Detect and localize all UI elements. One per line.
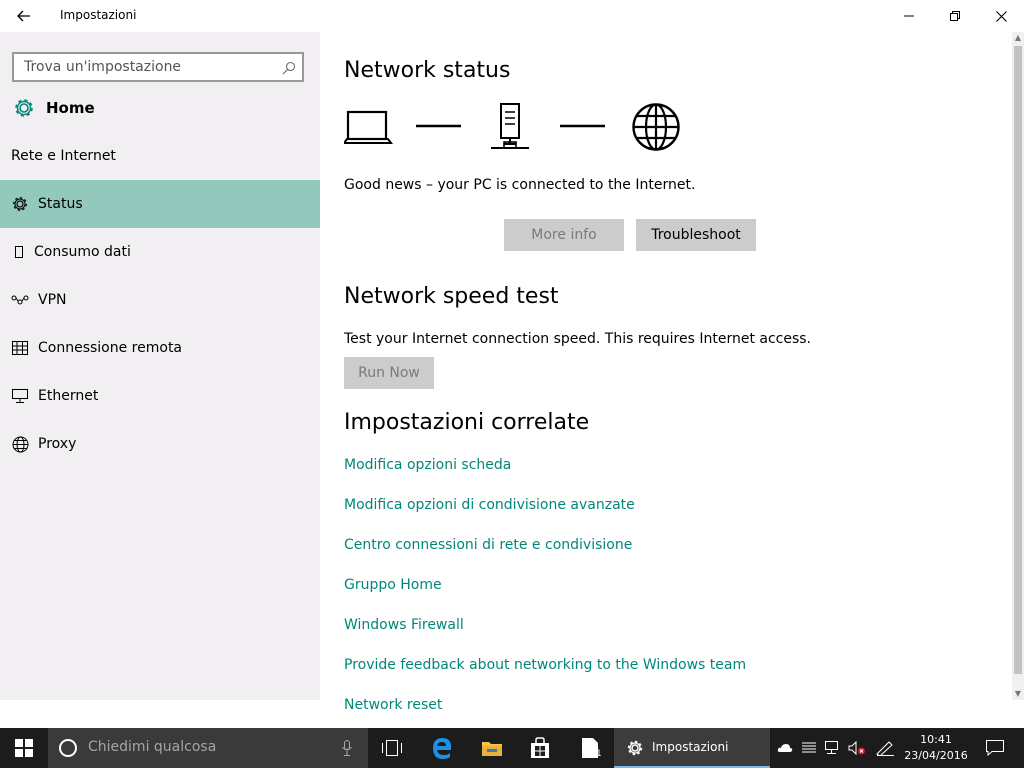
store-icon xyxy=(531,737,549,758)
globe-icon xyxy=(10,436,30,453)
cortana-icon xyxy=(59,739,77,757)
sidebar-item-vpn[interactable]: VPN xyxy=(0,276,320,324)
speed-test-heading: Network speed test xyxy=(344,284,559,309)
cloud-icon xyxy=(777,744,793,752)
ink-workspace-button[interactable] xyxy=(872,728,898,768)
clock-time: 10:41 xyxy=(920,733,952,746)
home-link[interactable]: Home xyxy=(12,96,95,120)
minimize-icon xyxy=(904,15,914,17)
edge-button[interactable] xyxy=(418,728,466,768)
store-button[interactable] xyxy=(516,728,564,768)
gear-icon xyxy=(15,99,33,117)
search-placeholder: Trova un'impostazione xyxy=(24,59,182,75)
home-label: Home xyxy=(46,99,95,117)
section-title: Rete e Internet xyxy=(11,148,116,164)
back-arrow-icon xyxy=(17,10,30,22)
sidebar-item-label: Connessione remota xyxy=(38,340,183,356)
task-view-button[interactable] xyxy=(368,728,416,768)
sidebar-item-label: VPN xyxy=(38,292,67,308)
task-view-icon xyxy=(382,740,402,756)
link-provide-feedback[interactable]: Provide feedback about networking to the… xyxy=(344,657,746,673)
scrollbar-thumb[interactable] xyxy=(1014,46,1022,674)
status-message: Good news – your PC is connected to the … xyxy=(344,177,696,193)
scroll-up-icon[interactable]: ▲ xyxy=(1012,32,1024,44)
sidebar-item-connessione-remota[interactable]: Connessione remota xyxy=(0,324,320,372)
run-now-button[interactable]: Run Now xyxy=(344,357,434,389)
vertical-scrollbar[interactable]: ▲ ▼ xyxy=(1012,32,1024,700)
gear-icon xyxy=(10,195,30,213)
keyboard-tray-button[interactable] xyxy=(798,728,820,768)
link-opzioni-condivisione-avanzate[interactable]: Modifica opzioni di condivisione avanzat… xyxy=(344,497,635,513)
sidebar-item-proxy[interactable]: Proxy xyxy=(0,420,320,468)
window-title: Impostazioni xyxy=(60,8,137,22)
router-icon xyxy=(491,103,529,149)
active-app-label: Impostazioni xyxy=(652,740,729,754)
vpn-icon xyxy=(10,294,30,306)
store-badge: 1 xyxy=(596,749,602,759)
globe-icon xyxy=(632,103,680,151)
restore-icon xyxy=(950,11,960,21)
notepad-button[interactable]: 1 xyxy=(566,728,614,768)
notification-icon xyxy=(986,740,1004,756)
sidebar-item-label: Proxy xyxy=(38,436,77,452)
pen-icon xyxy=(876,741,894,756)
clock-date: 23/04/2016 xyxy=(904,749,968,762)
troubleshoot-button[interactable]: Troubleshoot xyxy=(636,219,756,251)
search-icon[interactable] xyxy=(282,60,296,79)
main-content: Network status Good news – your PC is co… xyxy=(320,32,1012,713)
microphone-icon[interactable] xyxy=(342,740,352,756)
link-network-reset[interactable]: Network reset xyxy=(344,697,442,713)
onedrive-tray-button[interactable] xyxy=(774,728,796,768)
scroll-down-icon[interactable]: ▼ xyxy=(1012,688,1024,700)
connection-diagram xyxy=(344,103,680,151)
link-centro-connessioni[interactable]: Centro connessioni di rete e condivision… xyxy=(344,537,632,553)
laptop-icon xyxy=(344,110,393,144)
sidebar: Trova un'impostazione Home Rete e Intern… xyxy=(0,32,320,700)
folder-icon xyxy=(482,742,502,756)
network-icon xyxy=(825,741,838,754)
related-settings-heading: Impostazioni correlate xyxy=(344,410,590,435)
taskbar-settings-app[interactable]: Impostazioni xyxy=(614,728,770,768)
volume-tray-button[interactable] xyxy=(846,728,868,768)
phone-icon xyxy=(12,246,26,258)
link-modifica-opzioni-scheda[interactable]: Modifica opzioni scheda xyxy=(344,457,511,473)
file-explorer-button[interactable] xyxy=(468,728,516,768)
windows-logo-icon xyxy=(15,739,33,757)
taskbar: Chiedimi qualcosa 1 Impostazioni 10:41 2… xyxy=(0,728,1024,768)
close-icon xyxy=(995,10,1007,22)
link-gruppo-home[interactable]: Gruppo Home xyxy=(344,577,442,593)
action-center-button[interactable] xyxy=(980,728,1010,768)
keyboard-icon xyxy=(802,742,816,753)
sidebar-item-label: Status xyxy=(38,196,83,212)
cortana-search-box[interactable]: Chiedimi qualcosa xyxy=(48,728,368,768)
gear-icon xyxy=(627,740,643,756)
sidebar-item-consumo-dati[interactable]: Consumo dati xyxy=(0,228,320,276)
cortana-placeholder: Chiedimi qualcosa xyxy=(88,739,217,755)
settings-search-input[interactable]: Trova un'impostazione xyxy=(12,52,304,82)
back-button[interactable] xyxy=(10,4,38,28)
network-status-heading: Network status xyxy=(344,58,511,83)
speed-test-description: Test your Internet connection speed. Thi… xyxy=(344,331,812,347)
sidebar-item-label: Consumo dati xyxy=(34,244,131,260)
edge-icon xyxy=(433,738,452,759)
start-button[interactable] xyxy=(0,728,48,768)
system-clock[interactable]: 10:41 23/04/2016 xyxy=(900,732,972,764)
restore-button[interactable] xyxy=(932,0,978,32)
sidebar-item-status[interactable]: Status xyxy=(0,180,320,228)
sidebar-item-ethernet[interactable]: Ethernet xyxy=(0,372,320,420)
network-tray-button[interactable] xyxy=(822,728,844,768)
close-button[interactable] xyxy=(978,0,1024,32)
minimize-button[interactable] xyxy=(886,0,932,32)
dialup-icon xyxy=(10,341,30,355)
link-windows-firewall[interactable]: Windows Firewall xyxy=(344,617,464,633)
more-info-button[interactable]: More info xyxy=(504,219,624,251)
title-bar: Impostazioni xyxy=(0,0,1024,32)
speaker-muted-icon xyxy=(848,741,865,755)
sidebar-item-label: Ethernet xyxy=(38,388,99,404)
ethernet-icon xyxy=(10,389,30,403)
